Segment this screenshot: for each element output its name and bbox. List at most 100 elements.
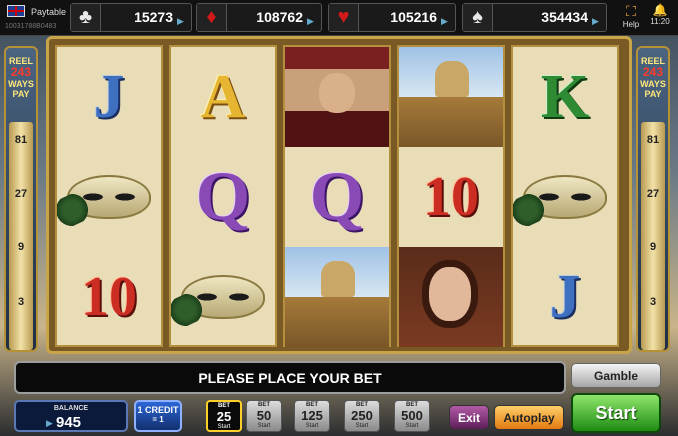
symbol-cell: K xyxy=(513,47,617,147)
reel-2: A Q xyxy=(169,45,277,347)
start-button[interactable]: Start xyxy=(571,393,661,433)
ways-step: 81 xyxy=(14,134,28,146)
bet-button-50[interactable]: BET 50 Start xyxy=(246,400,282,432)
symbol-letter: 10 xyxy=(423,166,479,228)
symbol-cell: Q xyxy=(171,147,275,247)
clock-time: 11:20 xyxy=(650,17,670,26)
ways-step: 9 xyxy=(649,241,657,253)
jackpot-amount: 108762 xyxy=(256,9,303,25)
help-button[interactable]: ⛶ Help xyxy=(620,3,642,29)
ways-count: 243 xyxy=(642,65,664,79)
bet-start-label: Start xyxy=(355,423,369,429)
symbol-cell: 10 xyxy=(57,247,161,347)
symbol-letter: Q xyxy=(195,158,251,235)
ways-track xyxy=(9,122,33,350)
language-flag-icon[interactable] xyxy=(7,5,25,17)
autoplay-button[interactable]: Autoplay xyxy=(494,405,564,430)
paytable-link[interactable]: Paytable xyxy=(31,7,66,17)
pay-label: PAY xyxy=(12,89,30,99)
bet-value: 125 xyxy=(301,408,323,423)
symbol-letter: 10 xyxy=(81,266,137,328)
symbol-cell xyxy=(399,47,503,147)
symbol-cell xyxy=(513,147,617,247)
ways-step: 27 xyxy=(14,188,28,200)
jackpot-clubs: ♣ 15273 ▶ xyxy=(70,3,192,32)
top-bar: Paytable 10031788B0483 ♣ 15273 ▶ ♦ 10876… xyxy=(0,0,678,36)
symbol-cell xyxy=(57,147,161,247)
mask-icon xyxy=(67,175,151,219)
jackpot-amount: 15273 xyxy=(134,9,173,25)
ways-step: 3 xyxy=(649,296,657,308)
bet-value: 50 xyxy=(256,408,272,423)
jackpot-diamonds: ♦ 108762 ▶ xyxy=(196,3,322,32)
credit-label: 1 CREDIT xyxy=(137,405,179,415)
symbol-cell xyxy=(285,47,389,147)
serial-number: 10031788B0483 xyxy=(5,23,57,30)
jackpot-amount: 354434 xyxy=(541,9,588,25)
clubs-icon: ♣ xyxy=(71,4,101,31)
message-bar: PLEASE PLACE YOUR BET xyxy=(14,361,566,394)
bet-button-125[interactable]: BET 125 Start xyxy=(294,400,330,432)
clock[interactable]: 🔔 11:20 xyxy=(647,3,673,26)
symbol-letter: K xyxy=(540,63,590,131)
bet-start-label: Start xyxy=(405,423,419,429)
symbol-cell xyxy=(171,247,275,347)
bet-button-250[interactable]: BET 250 Start xyxy=(344,400,380,432)
nobleman-icon xyxy=(285,47,389,147)
bet-start-label: Start xyxy=(217,424,231,430)
ways-step: 27 xyxy=(646,188,660,200)
symbol-cell: J xyxy=(513,247,617,347)
bet-start-label: Start xyxy=(257,423,271,429)
ways-label: WAYS xyxy=(8,79,34,89)
arrow-icon: ▶ xyxy=(592,16,599,26)
ways-label: WAYS xyxy=(640,79,666,89)
jackpot-amount: 105216 xyxy=(390,9,437,25)
fullscreen-icon: ⛶ xyxy=(626,3,636,19)
ways-step: 9 xyxy=(17,241,25,253)
bet-button-500[interactable]: BET 500 Start xyxy=(394,400,430,432)
pay-label: PAY xyxy=(644,89,662,99)
symbol-cell: A xyxy=(171,47,275,147)
gamble-button[interactable]: Gamble xyxy=(571,363,661,388)
ways-panel-right: REEL 243 WAYS PAY 81 27 9 3 xyxy=(636,46,670,352)
symbol-letter: J xyxy=(93,63,125,131)
symbol-cell xyxy=(399,247,503,347)
mask-icon xyxy=(523,175,607,219)
help-label: Help xyxy=(622,20,640,29)
symbol-cell: J xyxy=(57,47,161,147)
spades-icon: ♠ xyxy=(463,4,493,31)
reel-5: K J xyxy=(511,45,619,347)
arrow-icon: ▶ xyxy=(441,16,448,26)
balance-panel: BALANCE ▶ 945 xyxy=(14,400,128,432)
balance-label: BALANCE xyxy=(53,405,89,412)
mask-icon xyxy=(181,275,265,319)
balance-value: 945 xyxy=(56,414,82,431)
ways-panel-left: REEL 243 WAYS PAY 81 27 9 3 xyxy=(4,46,38,352)
exit-button[interactable]: Exit xyxy=(449,405,489,430)
jackpot-spades: ♠ 354434 ▶ xyxy=(462,3,607,32)
lion-column-icon xyxy=(285,247,389,347)
symbol-cell: Q xyxy=(285,147,389,247)
bet-value: 250 xyxy=(351,408,373,423)
ways-count: 243 xyxy=(10,65,32,79)
ways-step: 81 xyxy=(646,134,660,146)
reels-frame: J 10 A Q Q 10 K J xyxy=(46,36,632,354)
symbol-letter: Q xyxy=(309,158,365,235)
reel-3: Q xyxy=(283,45,391,347)
reel-4: 10 xyxy=(397,45,505,347)
bet-value: 25 xyxy=(216,409,232,424)
symbol-cell xyxy=(285,247,389,347)
bet-button-25[interactable]: BET 25 Start xyxy=(206,400,242,432)
reel-1: J 10 xyxy=(55,45,163,347)
credit-value-button[interactable]: 1 CREDIT = 1 xyxy=(134,400,182,432)
credit-rate: = 1 xyxy=(152,415,164,424)
noblewoman-icon xyxy=(399,247,503,347)
hearts-icon: ♥ xyxy=(329,4,359,31)
currency-icon: ▶ xyxy=(46,418,53,428)
diamonds-icon: ♦ xyxy=(197,4,227,31)
bet-value: 500 xyxy=(401,408,423,423)
sound-icon: 🔔 xyxy=(652,3,668,17)
symbol-cell: 10 xyxy=(399,147,503,247)
lion-column-icon xyxy=(399,47,503,147)
arrow-icon: ▶ xyxy=(307,16,314,26)
